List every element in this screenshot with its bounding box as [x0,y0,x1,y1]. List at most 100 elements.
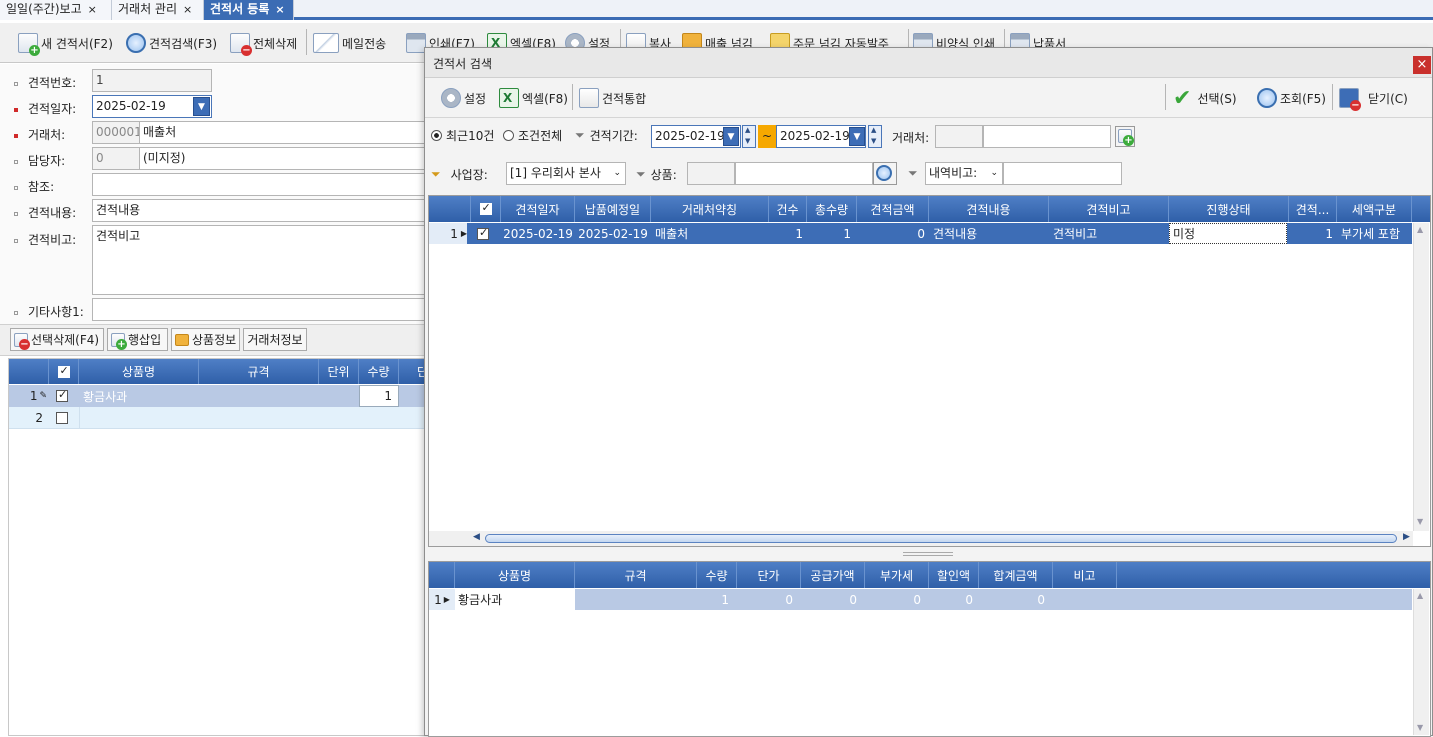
select-all-checkbox[interactable] [49,359,79,384]
close-icon[interactable]: × [275,3,284,16]
column-header[interactable]: 부가세 [865,562,929,588]
quote-no-field[interactable]: 1 [92,69,212,92]
remark-filter-field[interactable] [1003,162,1122,185]
column-header[interactable]: 건수 [769,196,807,222]
dialog-settings-button[interactable]: 설정 [441,84,486,112]
column-header[interactable]: 상품명 [455,562,575,588]
tax-type-cell[interactable]: 부가세 포함 [1341,223,1412,244]
mail-send-button[interactable]: 메일전송 [313,29,386,57]
content-field[interactable]: 견적내용 [92,199,430,222]
dropdown-arrow-icon[interactable]: ▼ [849,127,865,146]
column-header[interactable]: 견적내용 [929,196,1049,222]
column-header[interactable]: 할인액 [929,562,979,588]
total-qty-cell[interactable]: 1 [807,223,851,244]
scroll-down-icon[interactable]: ▼ [1417,517,1423,526]
remark-textarea[interactable]: 견적비고 [92,225,430,295]
client-cell[interactable]: 매출처 [655,223,769,244]
manager-name-field[interactable]: (미지정) [139,147,430,170]
insert-row-button[interactable]: 행삽입 [107,328,168,351]
status-cell[interactable]: 미정 [1169,223,1287,244]
content-cell[interactable]: 견적내용 [933,223,1049,244]
tab-client-management[interactable]: 거래처 관리 × [112,0,204,20]
date-to-spinner[interactable] [868,125,882,148]
horizontal-scrollbar[interactable]: ◀ ▶ [429,531,1413,546]
column-header[interactable]: 진행상태 [1169,196,1289,222]
column-header[interactable]: 합계금액 [979,562,1053,588]
product-search-button[interactable] [873,162,897,185]
column-header[interactable]: 규격 [575,562,697,588]
splitter-handle[interactable] [903,552,953,556]
column-header[interactable]: 상품명 [79,359,199,384]
client-name-filter[interactable] [983,125,1111,148]
column-header[interactable]: 수량 [697,562,737,588]
date-cell[interactable]: 2025-02-19 [501,223,575,244]
scroll-left-icon[interactable]: ◀ [473,532,480,542]
client-search-button[interactable] [1115,126,1135,147]
vertical-scrollbar[interactable]: ▲ ▼ [1413,223,1429,531]
reference-field[interactable] [92,173,430,196]
quote-count-cell[interactable]: 1 [1289,223,1333,244]
supply-cell[interactable]: 0 [801,589,857,610]
count-cell[interactable]: 1 [769,223,803,244]
client-code-field[interactable]: 000001 [92,121,140,144]
select-all-checkbox[interactable] [471,196,501,222]
delete-selected-button[interactable]: 선택삭제(F4) [10,328,104,351]
new-quote-button[interactable]: 새 견적서(F2) [18,29,113,57]
close-icon[interactable]: × [183,3,192,16]
select-button[interactable]: ✔ 선택(S) [1173,84,1237,112]
table-row[interactable]: 1✎ 황금사과 1 [9,385,430,407]
dropdown-arrow-icon[interactable]: ▼ [193,97,210,116]
product-info-button[interactable]: 상품정보 [171,328,240,351]
table-row[interactable]: 1▶ 2025-02-19 2025-02-19 매출처 1 1 0 견적내용 … [429,223,1412,244]
dialog-excel-button[interactable]: 엑셀(F8) [499,84,568,112]
column-header[interactable]: 납품예정일 [575,196,651,222]
product-code-filter[interactable] [687,162,735,185]
row-checkbox[interactable] [56,407,76,428]
price-cell[interactable]: 0 [737,589,793,610]
vat-cell[interactable]: 0 [865,589,921,610]
tab-quote-registration[interactable]: 견적서 등록 × [204,0,294,20]
manager-code-field[interactable]: 0 [92,147,140,170]
amount-cell[interactable]: 0 [857,223,925,244]
column-header[interactable]: 세액구분 [1337,196,1412,222]
remark-type-select[interactable]: 내역비고: ⌄ [925,162,1003,185]
date-from-spinner[interactable] [742,125,756,148]
dropdown-arrow-icon[interactable]: ▼ [723,127,739,146]
column-header[interactable]: 단가 [737,562,801,588]
scroll-down-icon[interactable]: ▼ [1417,723,1423,732]
row-checkbox[interactable] [477,223,497,244]
column-header[interactable]: 규격 [199,359,319,384]
column-header[interactable]: 견적일자 [501,196,575,222]
scrollbar-thumb[interactable] [485,534,1397,543]
search-quote-button[interactable]: 견적검색(F3) [126,29,217,57]
table-row[interactable]: 2 [9,407,430,429]
dialog-close-button[interactable]: 닫기(C) [1339,84,1408,112]
spec-cell[interactable] [575,589,697,610]
product-name-filter[interactable] [735,162,873,185]
table-row[interactable]: 1 ▶ 황금사과 1 0 0 0 0 0 [429,589,1412,610]
column-header[interactable]: 견적비고 [1049,196,1169,222]
site-select[interactable]: [1] 우리회사 본사 ⌄ [506,162,626,185]
merge-quote-button[interactable]: 견적통합 [579,84,646,112]
client-code-filter[interactable] [935,125,983,148]
column-header[interactable]: 수량 [359,359,399,384]
query-button[interactable]: 조회(F5) [1257,84,1326,112]
column-header[interactable]: 총수량 [807,196,857,222]
product-cell[interactable]: 황금사과 [455,589,575,610]
column-header[interactable]: 비고 [1053,562,1117,588]
all-conditions-radio[interactable]: 조건전체 [503,127,562,144]
discount-cell[interactable]: 0 [929,589,973,610]
scroll-up-icon[interactable]: ▲ [1417,225,1423,234]
column-header[interactable]: 견적금액 [857,196,929,222]
scroll-right-icon[interactable]: ▶ [1403,532,1410,542]
qty-cell[interactable]: 1 [359,385,399,407]
delivery-date-cell[interactable]: 2025-02-19 [575,223,651,244]
column-header[interactable]: 단위 [319,359,359,384]
qty-cell[interactable]: 1 [697,589,729,610]
row-checkbox[interactable] [56,385,76,407]
close-icon[interactable]: × [1413,56,1431,74]
client-info-button[interactable]: 거래처정보 [243,328,307,351]
recent10-radio[interactable]: 최근10건 [431,127,494,144]
product-cell[interactable] [79,407,199,428]
remark-cell[interactable]: 견적비고 [1053,223,1169,244]
